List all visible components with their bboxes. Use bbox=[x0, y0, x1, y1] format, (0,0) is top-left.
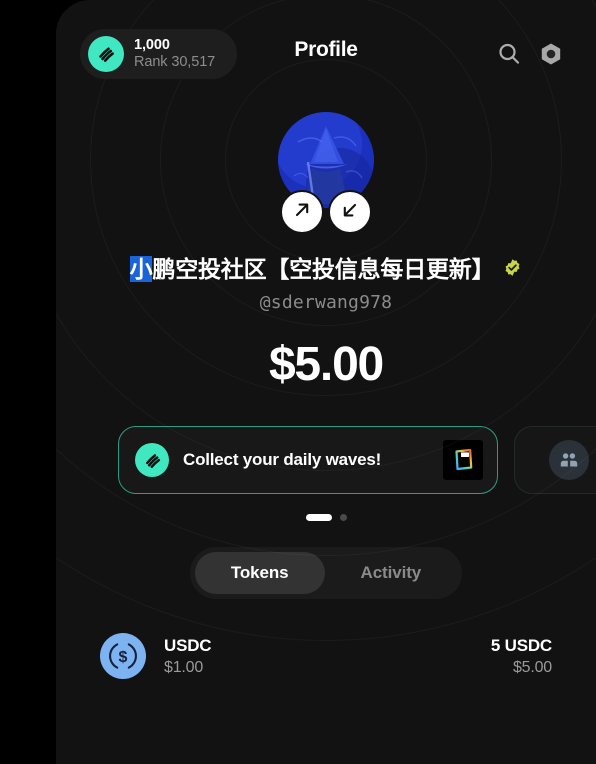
carousel-dot-2[interactable] bbox=[339, 514, 347, 521]
display-name-row: 小鹏空投社区【空投信息每日更新】 bbox=[112, 250, 541, 284]
receive-button[interactable] bbox=[328, 190, 372, 234]
profile-handle: @sderwang978 bbox=[259, 292, 393, 313]
display-name-selected-char: 小 bbox=[129, 256, 153, 282]
verified-badge-icon bbox=[503, 258, 522, 277]
points-rank-badge[interactable]: 1,000 Rank 30,517 bbox=[80, 29, 238, 79]
send-button[interactable] bbox=[280, 190, 324, 234]
token-value: $5.00 bbox=[512, 658, 552, 676]
points-value: 1,000 bbox=[134, 37, 170, 54]
promo-carousel: Collect your daily waves! bbox=[56, 426, 596, 494]
token-main-info: USDC $1.00 bbox=[164, 635, 212, 677]
rainbow-card-icon bbox=[443, 440, 483, 480]
promo-card-referral[interactable] bbox=[514, 426, 596, 494]
app-window: 1,000 Rank 30,517 Profile 小鹏空投社区【空投信息每日更… bbox=[56, 0, 596, 764]
token-balance-info: 5 USDC $5.00 bbox=[491, 636, 552, 677]
promo-card-label: Collect your daily waves! bbox=[183, 450, 382, 469]
app-header: 1,000 Rank 30,517 Profile bbox=[56, 0, 596, 108]
carousel-dot-1[interactable] bbox=[305, 514, 332, 521]
arrow-up-right-icon bbox=[292, 200, 312, 225]
carousel-pagination bbox=[56, 514, 596, 521]
avatar-wrapper bbox=[278, 112, 374, 234]
token-list: $ USDC $1.00 5 USDC $5.00 bbox=[56, 625, 596, 687]
points-text-group: 1,000 Rank 30,517 bbox=[134, 37, 215, 70]
points-rank: Rank 30,517 bbox=[134, 54, 216, 70]
svg-text:$: $ bbox=[119, 649, 128, 666]
arrow-down-left-icon bbox=[340, 200, 360, 225]
profile-section: 小鹏空投社区【空投信息每日更新】 @sderwang978 $5.00 bbox=[56, 112, 596, 392]
search-icon[interactable] bbox=[496, 41, 522, 67]
usdc-icon: $ bbox=[100, 633, 146, 679]
tabs: Tokens Activity bbox=[189, 547, 463, 599]
tab-tokens[interactable]: Tokens bbox=[194, 552, 325, 594]
display-name: 小鹏空投社区【空投信息每日更新】 bbox=[129, 250, 495, 284]
hex-gear-icon[interactable] bbox=[538, 41, 564, 67]
token-amount: 5 USDC bbox=[490, 635, 552, 655]
tabs-container: Tokens Activity bbox=[56, 547, 596, 599]
token-name: USDC bbox=[164, 635, 212, 655]
promo-card-daily-waves[interactable]: Collect your daily waves! bbox=[118, 426, 498, 494]
wave-logo-icon bbox=[135, 443, 169, 477]
header-actions bbox=[496, 41, 564, 67]
display-name-rest: 鹏空投社区【空投信息每日更新】 bbox=[152, 256, 495, 282]
token-price: $1.00 bbox=[164, 658, 204, 676]
balance-amount: $5.00 bbox=[268, 338, 384, 391]
group-people-icon bbox=[549, 440, 589, 480]
tab-activity[interactable]: Activity bbox=[325, 552, 458, 594]
profile-action-buttons bbox=[280, 190, 372, 234]
screen-root: 1,000 Rank 30,517 Profile 小鹏空投社区【空投信息每日更… bbox=[0, 0, 596, 764]
wave-logo-icon bbox=[88, 36, 124, 72]
table-row[interactable]: $ USDC $1.00 5 USDC $5.00 bbox=[100, 625, 552, 687]
